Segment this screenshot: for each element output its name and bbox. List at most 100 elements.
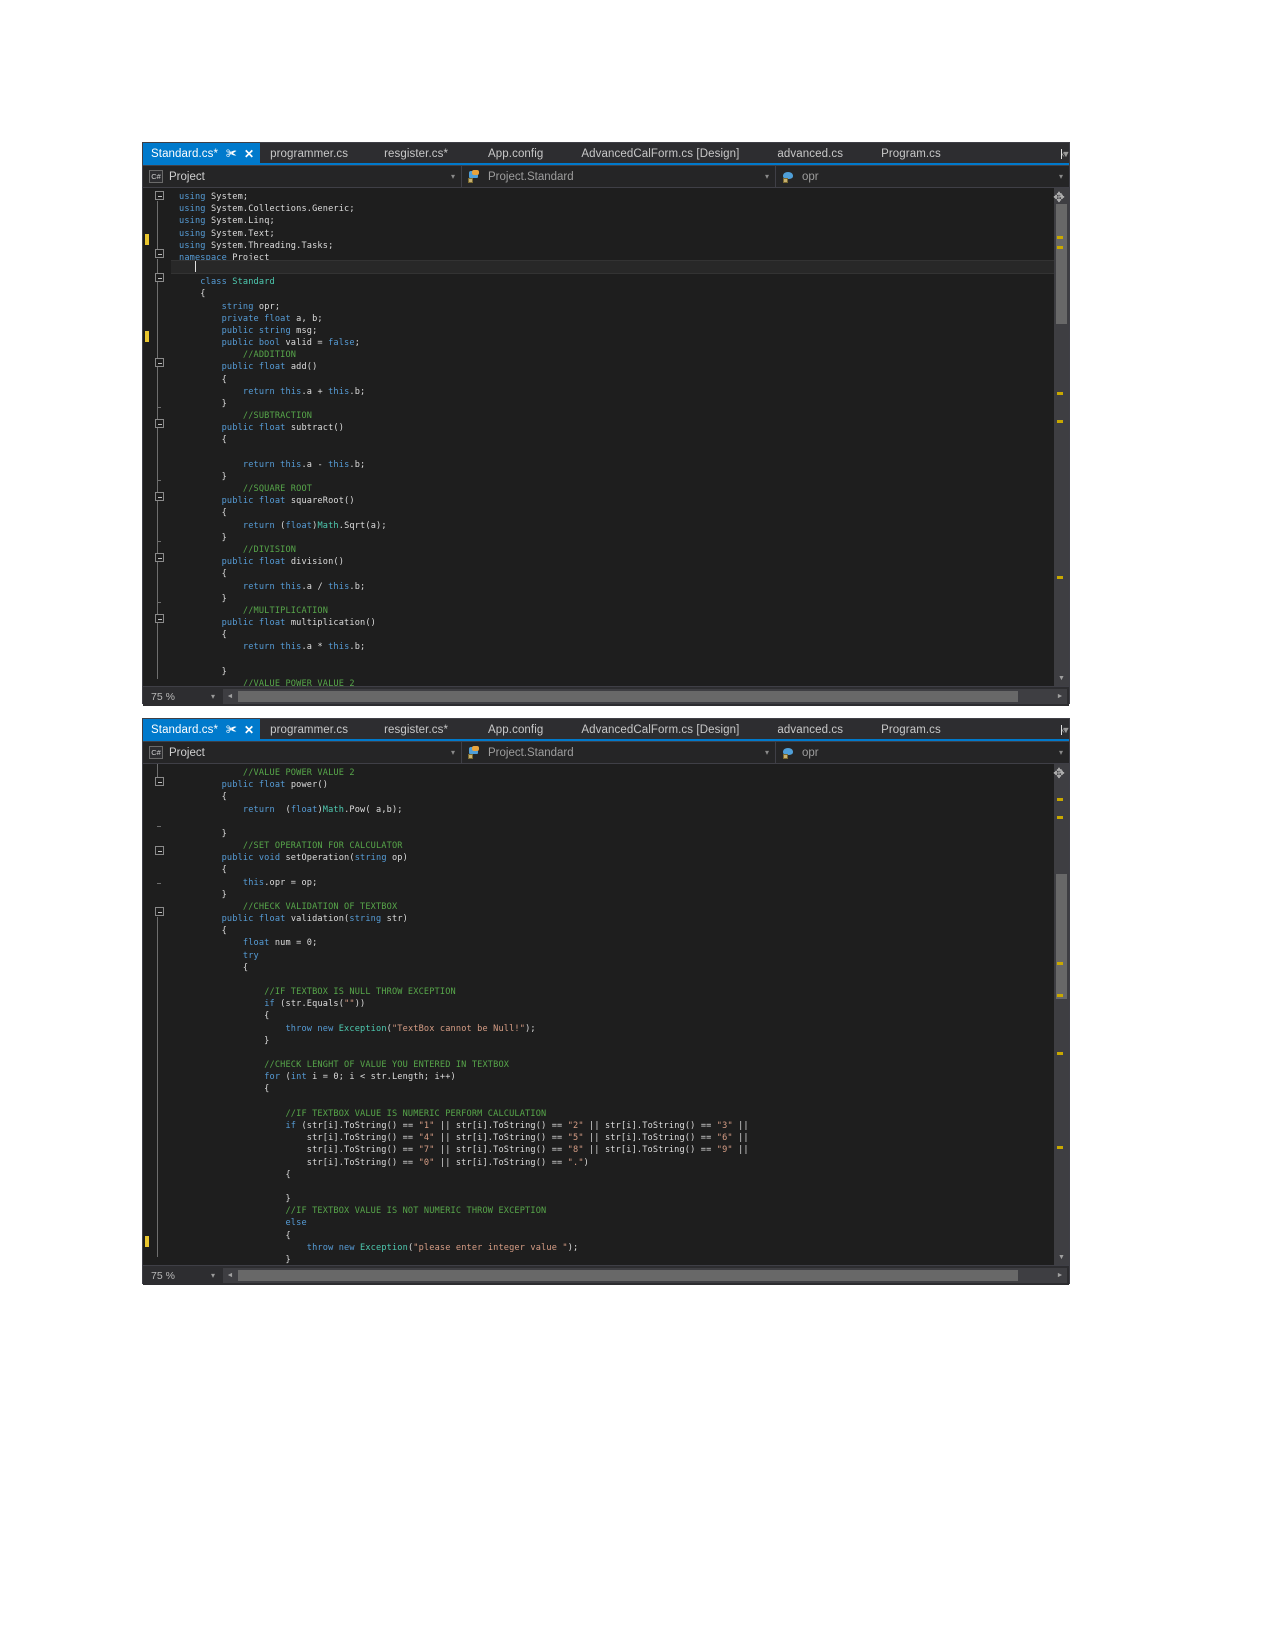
code-token: .b; xyxy=(349,459,366,470)
tab-bar-underline xyxy=(143,739,1069,741)
code-token: return xyxy=(242,520,281,531)
outline-vline xyxy=(157,283,158,578)
tab-resgister-cs[interactable]: resgister.cs* xyxy=(358,719,458,741)
code-token: this xyxy=(280,386,302,397)
code-token: System.Threading.Tasks; xyxy=(210,240,334,251)
pin-icon[interactable]: ✀ xyxy=(226,148,237,161)
horizontal-scrollbar-bottom[interactable]: ◄ ► xyxy=(223,1268,1067,1283)
collapse-toggle-icon[interactable] xyxy=(155,419,164,428)
close-icon[interactable]: ✕ xyxy=(244,724,254,736)
horizontal-scrollbar-top[interactable]: ◄ ► xyxy=(223,689,1067,704)
chevron-down-icon[interactable]: ▾ xyxy=(1059,172,1063,181)
tab-programmer-cs[interactable]: programmer.cs xyxy=(260,143,358,165)
code-editor-bottom[interactable]: //VALUE POWER VALUE 2 public float power… xyxy=(171,764,1054,1265)
zoom-control-top[interactable]: 75 % ▾ xyxy=(143,691,221,703)
split-drag-handle[interactable]: ✥ xyxy=(1052,766,1066,781)
tab-standard-cs[interactable]: Standard.cs* ✀ ✕ xyxy=(143,719,261,741)
nav-member-dropdown[interactable]: opr ▾ xyxy=(776,166,1069,187)
tab-app-config[interactable]: App.config xyxy=(458,143,553,165)
nav-class-label: Project.Standard xyxy=(488,170,574,183)
change-marker-dot xyxy=(1057,994,1063,997)
tab-advanced-cs[interactable]: advanced.cs xyxy=(749,719,853,741)
code-token: str[i].ToString() == xyxy=(179,1133,419,1144)
collapse-toggle-icon[interactable] xyxy=(155,492,164,501)
code-token: .Sqrt(a); xyxy=(338,520,387,531)
code-token: valid = xyxy=(285,338,329,349)
code-token: using xyxy=(179,228,211,239)
nav-class-dropdown[interactable]: Project.Standard ▾ xyxy=(462,742,776,763)
tab-advancedcalform-design[interactable]: AdvancedCalForm.cs [Design] xyxy=(553,719,749,741)
collapse-toggle-icon[interactable] xyxy=(155,907,164,916)
collapse-toggle-icon[interactable] xyxy=(155,777,164,786)
tab-app-config[interactable]: App.config xyxy=(458,719,553,741)
collapse-toggle-icon[interactable] xyxy=(155,249,164,258)
chevron-down-icon[interactable]: ▾ xyxy=(211,692,215,701)
code-token: power() xyxy=(290,780,329,791)
nav-class-dropdown[interactable]: Project.Standard ▾ xyxy=(462,166,776,187)
close-icon[interactable]: ✕ xyxy=(244,148,254,160)
code-token: { xyxy=(179,1011,270,1022)
chevron-down-icon[interactable]: ▾ xyxy=(211,1271,215,1280)
nav-member-label: opr xyxy=(802,170,819,183)
tab-list-dropdown-icon[interactable]: ▼ xyxy=(1061,149,1070,159)
nav-project-label: Project xyxy=(169,746,205,759)
change-indicator-margin-top xyxy=(143,188,153,686)
chevron-down-icon[interactable]: ▾ xyxy=(765,172,769,181)
tab-program-cs[interactable]: Program.cs xyxy=(853,143,951,165)
tab-program-cs[interactable]: Program.cs xyxy=(853,719,951,741)
vertical-scrollbar-bottom[interactable]: ▲ ▼ xyxy=(1054,764,1069,1265)
horizontal-scroll-thumb[interactable] xyxy=(238,691,1018,702)
vertical-scrollbar-top[interactable]: ▲ ▼ xyxy=(1054,188,1069,686)
split-drag-handle[interactable]: ✥ xyxy=(1052,190,1066,205)
zoom-control-bottom[interactable]: 75 % ▾ xyxy=(143,1270,221,1282)
chevron-down-icon[interactable]: ▾ xyxy=(765,748,769,757)
nav-project-dropdown[interactable]: C# Project ▾ xyxy=(143,742,462,763)
horizontal-scroll-thumb[interactable] xyxy=(238,1270,1018,1281)
code-token: { xyxy=(179,374,227,385)
tab-list-dropdown-icon[interactable]: ▼ xyxy=(1061,725,1070,735)
scroll-down-arrow[interactable]: ▼ xyxy=(1054,1250,1069,1265)
collapse-toggle-icon[interactable] xyxy=(155,358,164,367)
nav-project-dropdown[interactable]: C# Project ▾ xyxy=(143,166,462,187)
code-token: squareRoot() xyxy=(290,496,355,507)
chevron-down-icon[interactable]: ▾ xyxy=(1059,748,1063,757)
collapse-toggle-icon[interactable] xyxy=(155,846,164,855)
collapse-toggle-icon[interactable] xyxy=(155,191,164,200)
code-token: .b; xyxy=(349,581,366,592)
pin-icon[interactable]: ✀ xyxy=(226,724,237,737)
tab-resgister-cs[interactable]: resgister.cs* xyxy=(358,143,458,165)
change-marker-dot xyxy=(1057,1146,1063,1149)
change-marker-dot xyxy=(1057,798,1063,801)
scroll-left-arrow[interactable]: ◄ xyxy=(223,689,237,704)
collapse-toggle-icon[interactable] xyxy=(155,273,164,282)
scroll-down-arrow[interactable]: ▼ xyxy=(1054,671,1069,686)
tab-advanced-cs[interactable]: advanced.cs xyxy=(749,143,853,165)
tab-programmer-cs[interactable]: programmer.cs xyxy=(260,719,358,741)
collapse-toggle-icon[interactable] xyxy=(155,614,164,623)
scroll-right-arrow[interactable]: ► xyxy=(1053,1268,1067,1283)
collapse-toggle-icon[interactable] xyxy=(155,553,164,562)
chevron-down-icon[interactable]: ▾ xyxy=(451,748,455,757)
nav-member-dropdown[interactable]: opr ▾ xyxy=(776,742,1069,763)
tab-standard-cs[interactable]: Standard.cs* ✀ ✕ xyxy=(143,143,261,165)
outlining-margin-top xyxy=(153,188,171,686)
tab-bar-spacer xyxy=(951,719,1062,741)
vertical-scroll-thumb[interactable] xyxy=(1056,874,1067,999)
vertical-scroll-thumb[interactable] xyxy=(1056,204,1067,324)
chevron-down-icon[interactable]: ▾ xyxy=(451,172,455,181)
scroll-left-arrow[interactable]: ◄ xyxy=(223,1268,237,1283)
code-token: .a + xyxy=(301,386,329,397)
code-token: opr; xyxy=(258,301,281,312)
tab-advancedcalform-design[interactable]: AdvancedCalForm.cs [Design] xyxy=(553,143,749,165)
code-editor-top[interactable]: using System; using System.Collections.G… xyxy=(171,188,1054,686)
scroll-right-arrow[interactable]: ► xyxy=(1053,689,1067,704)
outline-vline xyxy=(157,201,158,249)
